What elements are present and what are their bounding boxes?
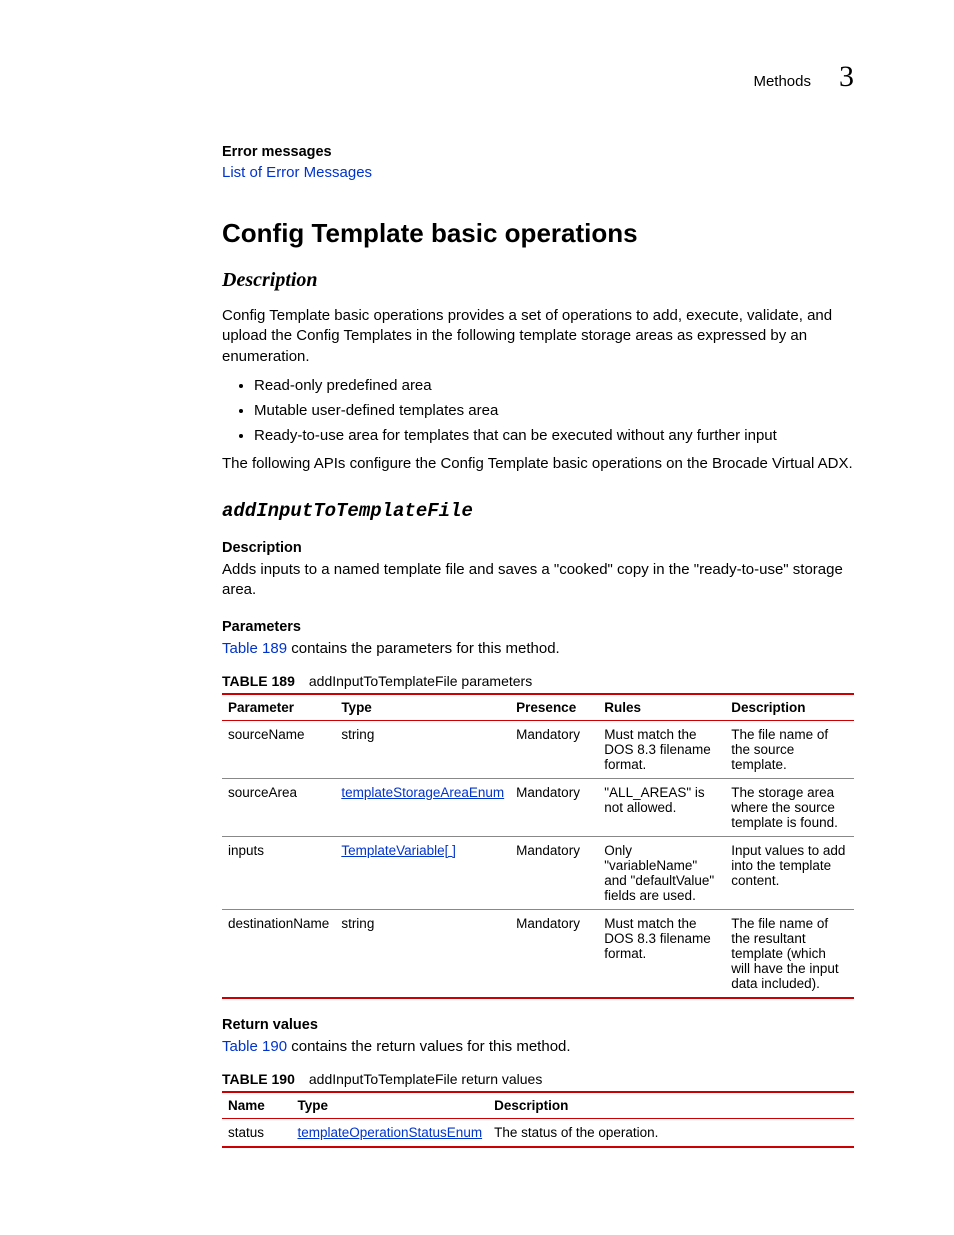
table-189-title: addInputToTemplateFile parameters [309,673,532,689]
table-190-link[interactable]: Table 190 [222,1038,287,1055]
table-header-row: Name Type Description [222,1092,854,1119]
table-190-caption: TABLE 190 addInputToTemplateFile return v… [222,1071,854,1087]
section-title: Config Template basic operations [222,218,854,249]
cell-param: sourceName [222,720,335,778]
col-type: Type [291,1092,488,1119]
col-description: Description [488,1092,854,1119]
cell-type: templateStorageAreaEnum [335,778,510,836]
description-bullets: Read-only predefined area Mutable user-d… [240,377,854,444]
parameters-intro-text: contains the parameters for this method. [287,640,560,657]
cell-desc: The file name of the resultant template … [725,909,854,998]
description-heading: Description [222,269,854,292]
return-values-intro-text: contains the return values for this meth… [287,1038,570,1055]
type-link[interactable]: templateStorageAreaEnum [341,785,504,800]
cell-rules: "ALL_AREAS" is not allowed. [598,778,725,836]
cell-desc: The status of the operation. [488,1119,854,1148]
cell-rules: Only "variableName" and "defaultValue" f… [598,836,725,909]
return-values-intro: Table 190 contains the return values for… [222,1037,854,1057]
header-section-label: Methods [753,73,811,90]
cell-presence: Mandatory [510,720,598,778]
header-chapter-number: 3 [839,60,854,94]
method-description-text: Adds inputs to a named template file and… [222,560,854,601]
return-values-table: Name Type Description status templateOpe… [222,1091,854,1148]
description-para-2: The following APIs configure the Config … [222,454,854,474]
cell-param: inputs [222,836,335,909]
cell-name: status [222,1119,291,1148]
col-name: Name [222,1092,291,1119]
col-presence: Presence [510,694,598,721]
cell-presence: Mandatory [510,778,598,836]
table-189-label: TABLE 189 [222,673,295,689]
method-name-heading: addInputToTemplateFile [222,500,854,522]
page: Methods 3 Error messages List of Error M… [0,0,954,1235]
col-rules: Rules [598,694,725,721]
list-item: Mutable user-defined templates area [254,402,854,419]
type-link[interactable]: TemplateVariable[ ] [341,843,456,858]
cell-desc: The storage area where the source templa… [725,778,854,836]
method-description-heading: Description [222,540,854,556]
col-parameter: Parameter [222,694,335,721]
cell-param: sourceArea [222,778,335,836]
table-189-caption: TABLE 189 addInputToTemplateFile paramete… [222,673,854,689]
parameters-table: Parameter Type Presence Rules Descriptio… [222,693,854,999]
cell-rules: Must match the DOS 8.3 filename format. [598,909,725,998]
table-row: status templateOperationStatusEnum The s… [222,1119,854,1148]
cell-desc: The file name of the source template. [725,720,854,778]
parameters-intro: Table 189 contains the parameters for th… [222,639,854,659]
cell-rules: Must match the DOS 8.3 filename format. [598,720,725,778]
page-header: Methods 3 [90,60,864,94]
table-190-title: addInputToTemplateFile return values [309,1071,542,1087]
content-area: Error messages List of Error Messages Co… [90,144,864,1148]
table-row: sourceName string Mandatory Must match t… [222,720,854,778]
parameters-heading: Parameters [222,619,854,635]
description-para-1: Config Template basic operations provide… [222,306,854,367]
table-header-row: Parameter Type Presence Rules Descriptio… [222,694,854,721]
list-item: Read-only predefined area [254,377,854,394]
cell-presence: Mandatory [510,836,598,909]
col-description: Description [725,694,854,721]
cell-type: string [335,720,510,778]
table-189-link[interactable]: Table 189 [222,640,287,657]
table-row: sourceArea templateStorageAreaEnum Manda… [222,778,854,836]
cell-param: destinationName [222,909,335,998]
table-190-label: TABLE 190 [222,1071,295,1087]
cell-type: string [335,909,510,998]
cell-type: TemplateVariable[ ] [335,836,510,909]
cell-presence: Mandatory [510,909,598,998]
return-values-heading: Return values [222,1017,854,1033]
error-messages-link[interactable]: List of Error Messages [222,164,372,181]
col-type: Type [335,694,510,721]
type-link[interactable]: templateOperationStatusEnum [297,1125,482,1140]
cell-desc: Input values to add into the template co… [725,836,854,909]
error-messages-heading: Error messages [222,144,854,160]
table-row: destinationName string Mandatory Must ma… [222,909,854,998]
table-row: inputs TemplateVariable[ ] Mandatory Onl… [222,836,854,909]
cell-type: templateOperationStatusEnum [291,1119,488,1148]
list-item: Ready-to-use area for templates that can… [254,427,854,444]
